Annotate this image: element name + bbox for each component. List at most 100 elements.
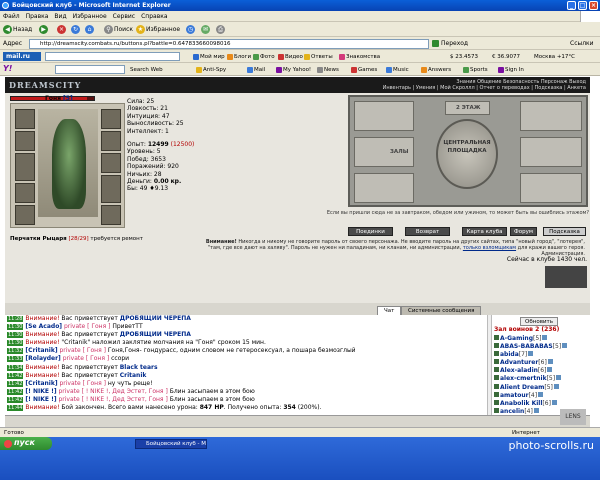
blogs-link[interactable]: Блоги xyxy=(226,52,253,62)
sports-button[interactable]: Sports xyxy=(462,65,490,75)
user-name[interactable]: alex-cmertnik xyxy=(500,375,547,382)
search-web-button[interactable]: Search Web xyxy=(128,65,165,75)
chat-text[interactable]: Black tears xyxy=(120,364,158,371)
info-icon[interactable] xyxy=(556,375,562,381)
club-map-button[interactable]: Карта клуба xyxy=(462,227,507,236)
menu-file[interactable]: Файл xyxy=(0,11,23,20)
user-item[interactable]: A-Gaming[5] xyxy=(494,335,567,343)
my-world-link[interactable]: Мой мир xyxy=(192,52,227,62)
info-icon[interactable] xyxy=(547,367,553,373)
info-icon[interactable] xyxy=(553,383,559,389)
refresh-button[interactable]: ↻ xyxy=(70,24,83,35)
chat-time[interactable]: 11:42 xyxy=(7,380,24,387)
photo-link[interactable]: Фото xyxy=(252,52,277,62)
info-icon[interactable] xyxy=(542,335,548,340)
mailru-logo[interactable]: mail.ru xyxy=(3,52,41,61)
user-name[interactable]: Advanturer xyxy=(500,359,538,366)
stop-button[interactable]: × xyxy=(56,24,69,35)
chat-text[interactable]: [Se Acado] xyxy=(25,323,62,330)
antispy-button[interactable]: Anti-Spy xyxy=(195,65,228,75)
user-item[interactable]: Advanturer[6] xyxy=(494,359,567,367)
user-name[interactable]: amatour xyxy=(500,392,529,399)
ring-slot[interactable] xyxy=(101,131,121,151)
user-item[interactable]: ABAS-BABABAS[5] xyxy=(494,343,568,351)
user-item[interactable]: abida[7] xyxy=(494,351,567,359)
warning-link[interactable]: только взломщикам xyxy=(463,245,516,251)
user-item[interactable]: Alient Dream[5] xyxy=(494,383,567,392)
close-button[interactable]: × xyxy=(589,1,598,10)
search-button[interactable]: ⚲ Поиск xyxy=(103,24,135,35)
yahoo-answers-button[interactable]: Answers xyxy=(420,65,453,75)
favorites-button[interactable]: ★ Избранное xyxy=(135,24,182,35)
belt-slot[interactable] xyxy=(15,205,35,225)
chat-text[interactable]: private [ ! NIKE !, Дед Эстет, Гоня ] xyxy=(57,396,170,403)
chat-text[interactable]: private [ Гоня ] xyxy=(58,380,108,387)
forward-button[interactable]: ▶ xyxy=(38,24,51,35)
music-button[interactable]: Music xyxy=(385,65,411,75)
chat-text[interactable]: private [ Гоня ] xyxy=(58,347,108,354)
start-button[interactable]: пуск xyxy=(0,437,52,450)
chat-time[interactable]: 11:42 xyxy=(7,372,24,379)
mail-button[interactable]: ✉ xyxy=(200,24,213,35)
menu-edit[interactable]: Правка xyxy=(23,11,52,20)
chat-time[interactable]: 11:42 xyxy=(7,396,24,403)
menu-tools[interactable]: Сервис xyxy=(110,11,138,20)
map-room-sw[interactable] xyxy=(354,173,414,203)
info-icon[interactable] xyxy=(533,407,539,413)
map-room-floor2[interactable]: 2 ЭТАЖ xyxy=(445,101,490,115)
home-button[interactable]: ⌂ xyxy=(84,24,97,35)
forum-button[interactable]: Форум xyxy=(510,227,537,236)
signin-button[interactable]: Sign In xyxy=(497,65,526,75)
chat-time[interactable]: 11:30 xyxy=(7,340,24,347)
menu-help[interactable]: Справка xyxy=(138,11,170,20)
user-name[interactable]: ABAS-BABABAS xyxy=(500,343,553,350)
info-icon[interactable] xyxy=(562,343,568,349)
tab-chat[interactable]: Чат xyxy=(377,306,402,315)
chat-text[interactable]: [Rolayder] xyxy=(25,355,60,362)
user-item[interactable]: Anabolik Kill[6] xyxy=(494,399,567,408)
my-yahoo-button[interactable]: My Yahoo! xyxy=(275,65,313,75)
user-name[interactable]: Anabolik Kill xyxy=(500,400,542,407)
user-name[interactable]: abida xyxy=(500,351,519,358)
game-nav-bottom[interactable]: Инвентарь | Умения | Мой Скроллл | Отчет… xyxy=(383,85,586,91)
go-button[interactable]: Переход xyxy=(432,40,468,47)
chat-text[interactable]: [Critanik] xyxy=(25,347,57,354)
video-link[interactable]: Видео xyxy=(277,52,305,62)
yahoo-logo[interactable]: Y! xyxy=(3,64,12,73)
chat-time[interactable]: 11:34 xyxy=(7,364,24,371)
helmet-slot[interactable] xyxy=(15,109,35,129)
boots-slot[interactable] xyxy=(101,205,121,225)
return-button[interactable]: Возврат xyxy=(405,227,450,236)
user-name[interactable]: ancelin xyxy=(500,408,524,415)
news-button[interactable]: News xyxy=(316,65,341,75)
chat-text[interactable]: private [ Гоня ] xyxy=(61,355,111,362)
chat-time[interactable]: 11:42 xyxy=(7,388,24,395)
character-name[interactable]: Гоня xyxy=(45,95,61,102)
games-button[interactable]: Games xyxy=(350,65,379,75)
taskbar-window-item[interactable]: Бойцовский клуб - M... xyxy=(135,439,207,449)
help-button[interactable]: Подсказка xyxy=(543,227,586,236)
character-avatar[interactable] xyxy=(38,109,98,217)
necklace-slot[interactable] xyxy=(15,131,35,151)
menu-view[interactable]: Вид xyxy=(51,11,69,20)
chat-time[interactable]: 11:30 xyxy=(7,324,24,331)
user-item[interactable]: Alex-aladin[6] xyxy=(494,367,567,375)
earring-slot[interactable] xyxy=(101,109,121,129)
chat-time[interactable]: 11:28 xyxy=(7,316,24,322)
history-button[interactable]: ◷ xyxy=(185,24,198,35)
map-room-se[interactable] xyxy=(520,173,582,203)
back-button[interactable]: ◀ Назад xyxy=(2,24,34,35)
map-room-nw[interactable] xyxy=(354,101,414,131)
links-label[interactable]: Ссылки xyxy=(570,40,594,47)
chat-text[interactable]: [! NIKE !] xyxy=(25,396,56,403)
chat-time[interactable]: 11:33 xyxy=(7,356,24,363)
weather[interactable]: Москва +17°C xyxy=(532,52,577,62)
gloves-slot[interactable] xyxy=(101,153,121,173)
print-button[interactable]: ⎙ xyxy=(215,24,228,35)
chat-text[interactable]: Critanik xyxy=(120,372,147,379)
shield-slot[interactable] xyxy=(101,175,121,203)
minimize-button[interactable]: _ xyxy=(567,1,576,10)
chat-time[interactable]: 11:32 xyxy=(7,348,24,355)
chat-text[interactable]: ДРОБЯЩИЙ ЧЕРЕПА xyxy=(120,331,191,338)
menu-favorites[interactable]: Избранное xyxy=(70,11,110,20)
